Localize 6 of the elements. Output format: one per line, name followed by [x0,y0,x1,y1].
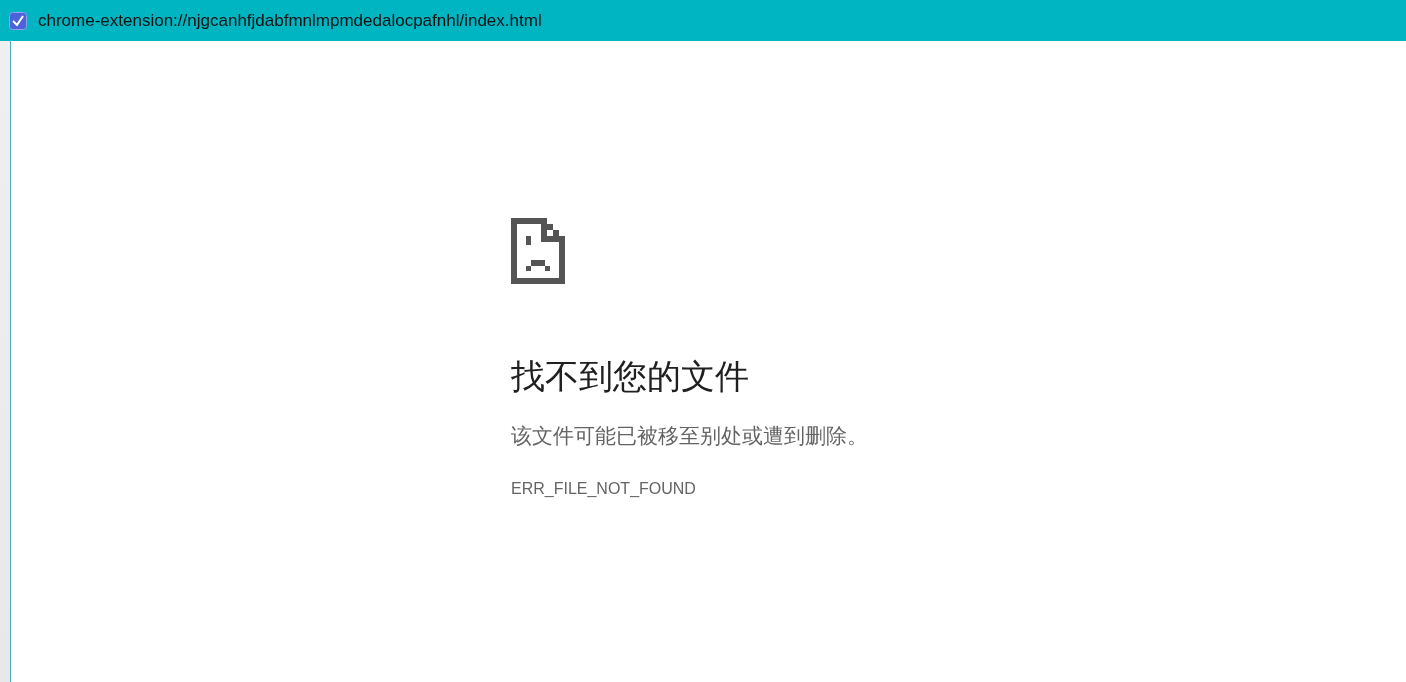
error-message: 该文件可能已被移至别处或遭到删除。 [511,423,869,449]
error-heading: 找不到您的文件 [511,356,750,396]
error-code: ERR_FILE_NOT_FOUND [511,480,697,498]
window-title: chrome-extension://njgcanhfjdabfmnlmpmdedalocpafnhl/index.html [38,10,542,31]
app-icon [9,11,27,30]
sad-file-icon [511,218,565,284]
